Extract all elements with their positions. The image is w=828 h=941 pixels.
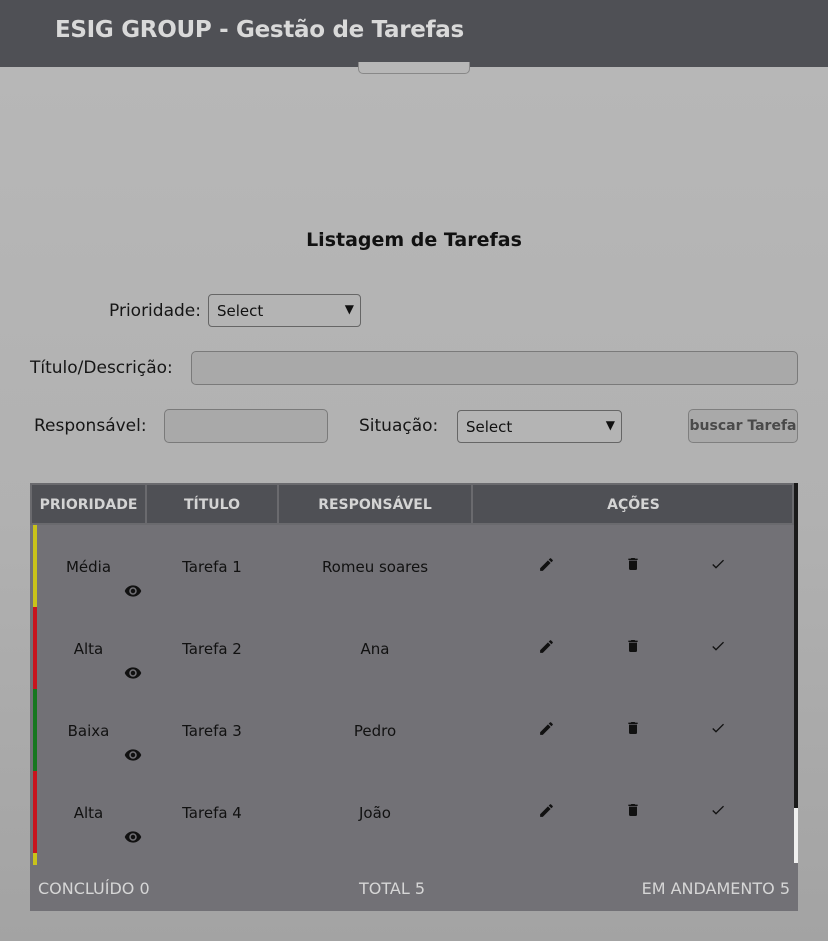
section-title: Listagem de Tarefas bbox=[306, 229, 522, 251]
total-count: TOTAL 5 bbox=[359, 879, 426, 898]
table-scrollbar-thumb[interactable] bbox=[794, 483, 798, 808]
responsible-cell: João bbox=[359, 804, 391, 822]
priority-color-bar bbox=[33, 853, 37, 865]
priority-cell: Alta bbox=[73, 640, 104, 658]
eye-icon[interactable] bbox=[124, 582, 142, 600]
title-input[interactable] bbox=[191, 351, 798, 385]
top-bar: ESIG GROUP - Gestão de Tarefas bbox=[0, 0, 828, 67]
table-row: Baixa Tarefa 3 Pedro bbox=[30, 689, 794, 771]
status-select-value: Select bbox=[466, 418, 513, 436]
trash-icon[interactable] bbox=[625, 802, 643, 820]
title-label: Título/Descrição: bbox=[30, 358, 173, 378]
title-cell: Tarefa 3 bbox=[182, 722, 242, 740]
priority-cell: Alta bbox=[73, 804, 104, 822]
eye-icon[interactable] bbox=[124, 828, 142, 846]
table-row: Alta Tarefa 2 Ana bbox=[30, 607, 794, 689]
priority-cell: Baixa bbox=[67, 722, 110, 740]
responsible-cell: Ana bbox=[360, 640, 390, 658]
table-header: PRIORIDADE TÍTULO RESPONSÁVEL AÇÕES bbox=[30, 483, 794, 525]
check-icon[interactable] bbox=[710, 556, 728, 574]
new-task-button[interactable] bbox=[358, 62, 470, 74]
table-row bbox=[30, 853, 794, 865]
priority-select-value: Select bbox=[217, 302, 264, 320]
header-title: TÍTULO bbox=[147, 485, 279, 525]
priority-select[interactable]: Select ▼ bbox=[208, 294, 361, 327]
responsible-input[interactable] bbox=[164, 409, 328, 443]
search-task-button[interactable]: buscar Tarefa bbox=[688, 409, 798, 443]
responsible-cell: Romeu soares bbox=[321, 558, 429, 576]
responsible-label: Responsável: bbox=[34, 416, 147, 436]
check-icon[interactable] bbox=[710, 720, 728, 738]
eye-icon[interactable] bbox=[124, 746, 142, 764]
title-cell: Tarefa 4 bbox=[182, 804, 242, 822]
header-responsible: RESPONSÁVEL bbox=[279, 485, 473, 525]
pencil-icon[interactable] bbox=[538, 638, 556, 656]
trash-icon[interactable] bbox=[625, 556, 643, 574]
pencil-icon[interactable] bbox=[538, 802, 556, 820]
header-actions: AÇÕES bbox=[607, 497, 660, 513]
responsible-cell: Pedro bbox=[353, 722, 397, 740]
chevron-down-icon: ▼ bbox=[605, 418, 615, 432]
trash-icon[interactable] bbox=[625, 720, 643, 738]
status-select[interactable]: Select ▼ bbox=[457, 410, 622, 443]
priority-cell: Média bbox=[65, 558, 112, 576]
trash-icon[interactable] bbox=[625, 638, 643, 656]
app-title: ESIG GROUP - Gestão de Tarefas bbox=[55, 17, 464, 43]
status-label: Situação: bbox=[359, 416, 439, 436]
pencil-icon[interactable] bbox=[538, 556, 556, 574]
task-table: PRIORIDADE TÍTULO RESPONSÁVEL AÇÕES Médi… bbox=[30, 483, 798, 911]
table-footer: CONCLUÍDO 0 TOTAL 5 EM ANDAMENTO 5 bbox=[30, 865, 798, 911]
title-cell: Tarefa 1 bbox=[182, 558, 242, 576]
table-row: Média Tarefa 1 Romeu soares bbox=[30, 525, 794, 607]
eye-icon[interactable] bbox=[124, 664, 142, 682]
priority-label: Prioridade: bbox=[109, 301, 201, 321]
check-icon[interactable] bbox=[710, 638, 728, 656]
chevron-down-icon: ▼ bbox=[344, 302, 354, 316]
in-progress-count: EM ANDAMENTO 5 bbox=[641, 879, 790, 898]
title-cell: Tarefa 2 bbox=[182, 640, 242, 658]
check-icon[interactable] bbox=[710, 802, 728, 820]
done-count: CONCLUÍDO 0 bbox=[38, 879, 150, 898]
pencil-icon[interactable] bbox=[538, 720, 556, 738]
header-priority: PRIORIDADE bbox=[32, 485, 147, 525]
table-row: Alta Tarefa 4 João bbox=[30, 771, 794, 853]
